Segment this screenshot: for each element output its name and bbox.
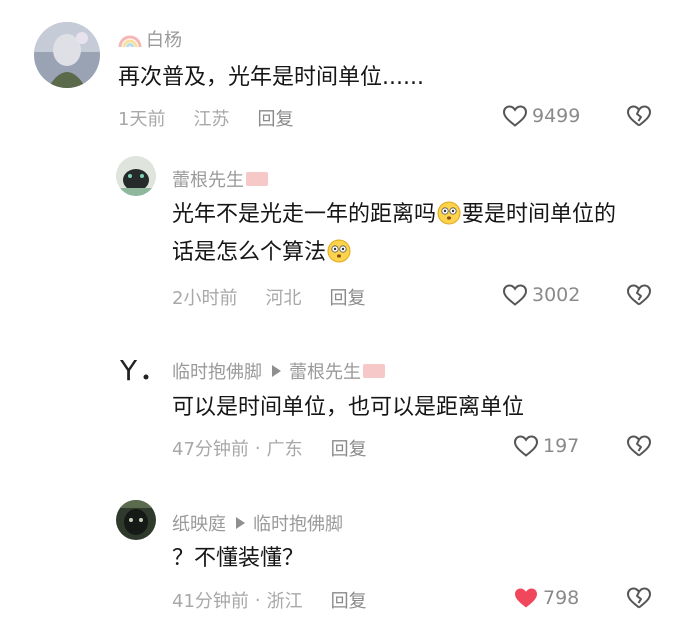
comment-meta: 1天前 江苏 回复 xyxy=(118,105,293,131)
dislike-button[interactable] xyxy=(626,104,652,128)
comment-2: 蕾根先生 光年不是光走一年的距离吗 要是时间单位的 话是怎么个算法 2小时前 河北… xyxy=(0,150,690,330)
avatar[interactable]: Y xyxy=(116,348,156,388)
avatar[interactable] xyxy=(116,500,156,540)
triangle-right-icon xyxy=(272,365,281,377)
username[interactable]: 纸映庭 xyxy=(172,510,226,536)
comment-text-line: 要是时间单位的 xyxy=(462,202,617,227)
comment-4: 纸映庭 临时抱佛脚 ？不懂装懂？ 41分钟前 · 浙江 回复 798 xyxy=(0,480,690,637)
comment-1: 白杨 再次普及，光年是时间单位...... 1天前 江苏 回复 9499 xyxy=(0,0,690,150)
rainbow-icon xyxy=(118,29,142,49)
avatar[interactable] xyxy=(116,156,156,196)
heart-outline-icon xyxy=(502,104,528,128)
username-row: 纸映庭 临时抱佛脚 xyxy=(172,510,343,536)
timestamp: 2小时前 xyxy=(172,288,238,309)
timestamp: 1天前 xyxy=(118,109,166,130)
heart-outline-icon xyxy=(513,434,539,458)
comment-text-line: 可以是时间单位，也可以是距离单位 xyxy=(172,395,525,420)
location: 广东 xyxy=(266,439,303,460)
like-button[interactable]: 798 xyxy=(513,586,579,610)
like-button[interactable]: 9499 xyxy=(502,104,580,128)
username-row: 临时抱佛脚 蕾根先生 xyxy=(172,358,385,384)
comment-meta: 47分钟前 · 广东 回复 xyxy=(172,435,367,461)
avatar-image xyxy=(116,156,156,196)
avatar-image xyxy=(34,22,100,88)
comment-text: 光年不是光走一年的距离吗 要是时间单位的 话是怎么个算法 xyxy=(172,196,616,272)
comment-text-line: 再次普及，光年是时间单位...... xyxy=(118,65,424,90)
broken-heart-icon xyxy=(627,435,651,457)
like-count: 798 xyxy=(543,587,580,609)
username[interactable]: 蕾根先生 xyxy=(172,166,244,192)
flushed-face-emoji xyxy=(437,201,461,225)
avatar[interactable] xyxy=(34,22,100,88)
username[interactable]: 临时抱佛脚 xyxy=(172,358,262,384)
username[interactable]: 白杨 xyxy=(146,26,182,52)
comment-text: 可以是时间单位，也可以是距离单位 xyxy=(172,389,524,427)
flushed-face-emoji xyxy=(327,239,351,263)
heart-outline-icon xyxy=(502,283,528,307)
heart-filled-icon xyxy=(513,586,539,610)
avatar-image: Y xyxy=(116,348,156,388)
user-badge xyxy=(246,172,268,186)
location: 河北 xyxy=(265,288,302,309)
dislike-button[interactable] xyxy=(626,434,652,458)
user-badge xyxy=(363,364,385,378)
comment-text-line: 光年不是光走一年的距离吗 xyxy=(172,202,437,227)
comment-meta: 41分钟前 · 浙江 回复 xyxy=(172,587,367,613)
username-row: 蕾根先生 xyxy=(172,166,268,192)
comment-3: Y 临时抱佛脚 蕾根先生 可以是时间单位，也可以是距离单位 47分钟前 · 广东… xyxy=(0,330,690,480)
broken-heart-icon xyxy=(627,105,651,127)
like-count: 9499 xyxy=(532,105,581,127)
username-row: 白杨 xyxy=(118,26,182,52)
avatar-image xyxy=(116,500,156,540)
comment-text-line: ？不懂装懂？ xyxy=(172,546,305,571)
triangle-right-icon xyxy=(236,517,245,529)
dislike-button[interactable] xyxy=(626,586,652,610)
like-button[interactable]: 197 xyxy=(513,434,579,458)
reply-button[interactable]: 回复 xyxy=(329,284,365,310)
reply-button[interactable]: 回复 xyxy=(331,435,367,461)
timestamp: 47分钟前 xyxy=(172,439,249,460)
comment-text: 再次普及，光年是时间单位...... xyxy=(118,59,424,97)
timestamp: 41分钟前 xyxy=(172,591,249,612)
svg-text:Y: Y xyxy=(119,354,138,387)
location: 浙江 xyxy=(266,591,303,612)
like-button[interactable]: 3002 xyxy=(502,283,580,307)
dislike-button[interactable] xyxy=(626,283,652,307)
reply-to-username[interactable]: 临时抱佛脚 xyxy=(253,510,343,536)
broken-heart-icon xyxy=(627,284,651,306)
reply-button[interactable]: 回复 xyxy=(331,587,367,613)
reply-button[interactable]: 回复 xyxy=(257,105,293,131)
comment-text: ？不懂装懂？ xyxy=(172,540,304,578)
comment-meta: 2小时前 河北 回复 xyxy=(172,284,365,310)
reply-to-username[interactable]: 蕾根先生 xyxy=(289,358,361,384)
comment-text-line: 话是怎么个算法 xyxy=(172,240,327,265)
like-count: 197 xyxy=(543,435,580,457)
broken-heart-icon xyxy=(627,587,651,609)
like-count: 3002 xyxy=(532,284,581,306)
location: 江苏 xyxy=(193,109,230,130)
